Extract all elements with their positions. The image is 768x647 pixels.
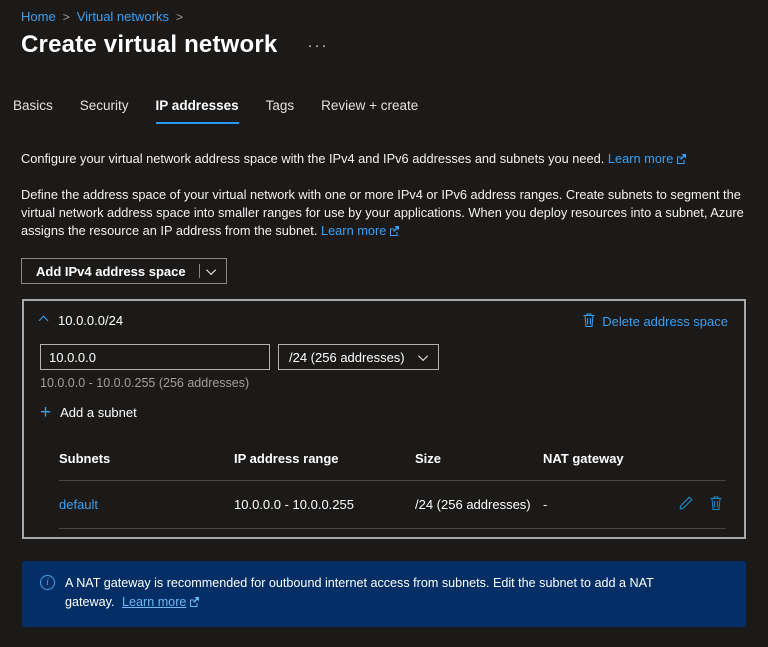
prefix-size-value: /24 (256 addresses) — [289, 349, 405, 365]
intro-learn-more-link[interactable]: Learn more — [608, 151, 673, 166]
collapse-chevron-up-icon[interactable] — [38, 315, 49, 326]
breadcrumb-link-home[interactable]: Home — [21, 9, 56, 24]
table-row: default 10.0.0.0 - 10.0.0.255 /24 (256 a… — [59, 481, 726, 528]
external-link-icon — [189, 594, 200, 613]
column-header-subnets: Subnets — [59, 451, 111, 466]
tab-review-create[interactable]: Review + create — [321, 98, 418, 124]
delete-address-space-label: Delete address space — [602, 314, 728, 329]
column-header-nat-gateway: NAT gateway — [543, 451, 624, 466]
address-range-summary: 10.0.0.0 - 10.0.0.255 (256 addresses) — [40, 376, 250, 390]
address-space-card: 10.0.0.0/24 Delete address space /24 (25… — [22, 299, 746, 539]
edit-pencil-icon[interactable] — [679, 496, 693, 513]
address-space-title: 10.0.0.0/24 — [58, 313, 124, 328]
tab-security[interactable]: Security — [80, 98, 129, 124]
subnet-name-link[interactable]: default — [59, 497, 98, 512]
ip-address-input[interactable] — [40, 344, 270, 370]
tab-basics[interactable]: Basics — [13, 98, 53, 124]
intro-text-body: Configure your virtual network address s… — [21, 151, 605, 166]
plus-icon: + — [40, 401, 52, 423]
tab-tags[interactable]: Tags — [266, 98, 295, 124]
nat-gateway-info-banner: i A NAT gateway is recommended for outbo… — [22, 561, 746, 627]
chevron-down-icon — [417, 350, 428, 361]
subnets-table: Subnets IP address range Size NAT gatewa… — [59, 451, 728, 529]
breadcrumb-link-virtual-networks[interactable]: Virtual networks — [77, 9, 169, 24]
button-divider — [198, 264, 200, 278]
add-subnet-button[interactable]: + Add a subnet — [40, 401, 137, 423]
banner-learn-more-link[interactable]: Learn more — [122, 595, 186, 609]
description-learn-more-link[interactable]: Learn more — [321, 223, 386, 238]
subnet-nat-gateway: - — [543, 497, 548, 512]
add-ipv4-address-space-button[interactable]: Add IPv4 address space — [21, 258, 227, 284]
external-link-icon — [389, 223, 400, 241]
address-space-header: 10.0.0.0/24 Delete address space — [38, 313, 728, 330]
external-link-icon — [676, 151, 687, 169]
subnet-ip-range: 10.0.0.0 - 10.0.0.255 — [234, 497, 354, 512]
tab-ip-addresses[interactable]: IP addresses — [155, 98, 239, 124]
tab-bar: Basics Security IP addresses Tags Review… — [0, 98, 768, 124]
breadcrumb-separator: > — [175, 9, 183, 24]
table-divider — [59, 528, 726, 529]
banner-text: A NAT gateway is recommended for outboun… — [65, 574, 665, 613]
add-subnet-label: Add a subnet — [60, 405, 137, 420]
add-ipv4-address-space-label: Add IPv4 address space — [36, 263, 186, 279]
prefix-size-dropdown[interactable]: /24 (256 addresses) — [278, 344, 439, 370]
subnets-table-header-row: Subnets IP address range Size NAT gatewa… — [59, 451, 726, 480]
description-text: Define the address space of your virtual… — [0, 186, 768, 241]
delete-address-space-button[interactable]: Delete address space — [583, 313, 728, 330]
breadcrumb-separator: > — [62, 9, 70, 24]
column-header-size: Size — [415, 451, 442, 466]
info-icon: i — [40, 575, 55, 590]
page-header: Create virtual network ··· — [0, 31, 768, 59]
chevron-down-icon[interactable] — [205, 264, 216, 275]
page-title: Create virtual network — [21, 31, 278, 58]
delete-trash-icon[interactable] — [710, 496, 722, 513]
trash-icon — [583, 313, 595, 330]
column-header-ip-range: IP address range — [234, 451, 339, 466]
address-space-inputs: /24 (256 addresses) — [40, 344, 728, 370]
subnet-size: /24 (256 addresses) — [415, 497, 531, 512]
more-options-icon[interactable]: ··· — [307, 37, 328, 54]
intro-text: Configure your virtual network address s… — [0, 150, 768, 169]
breadcrumb: Home > Virtual networks > — [0, 0, 768, 24]
